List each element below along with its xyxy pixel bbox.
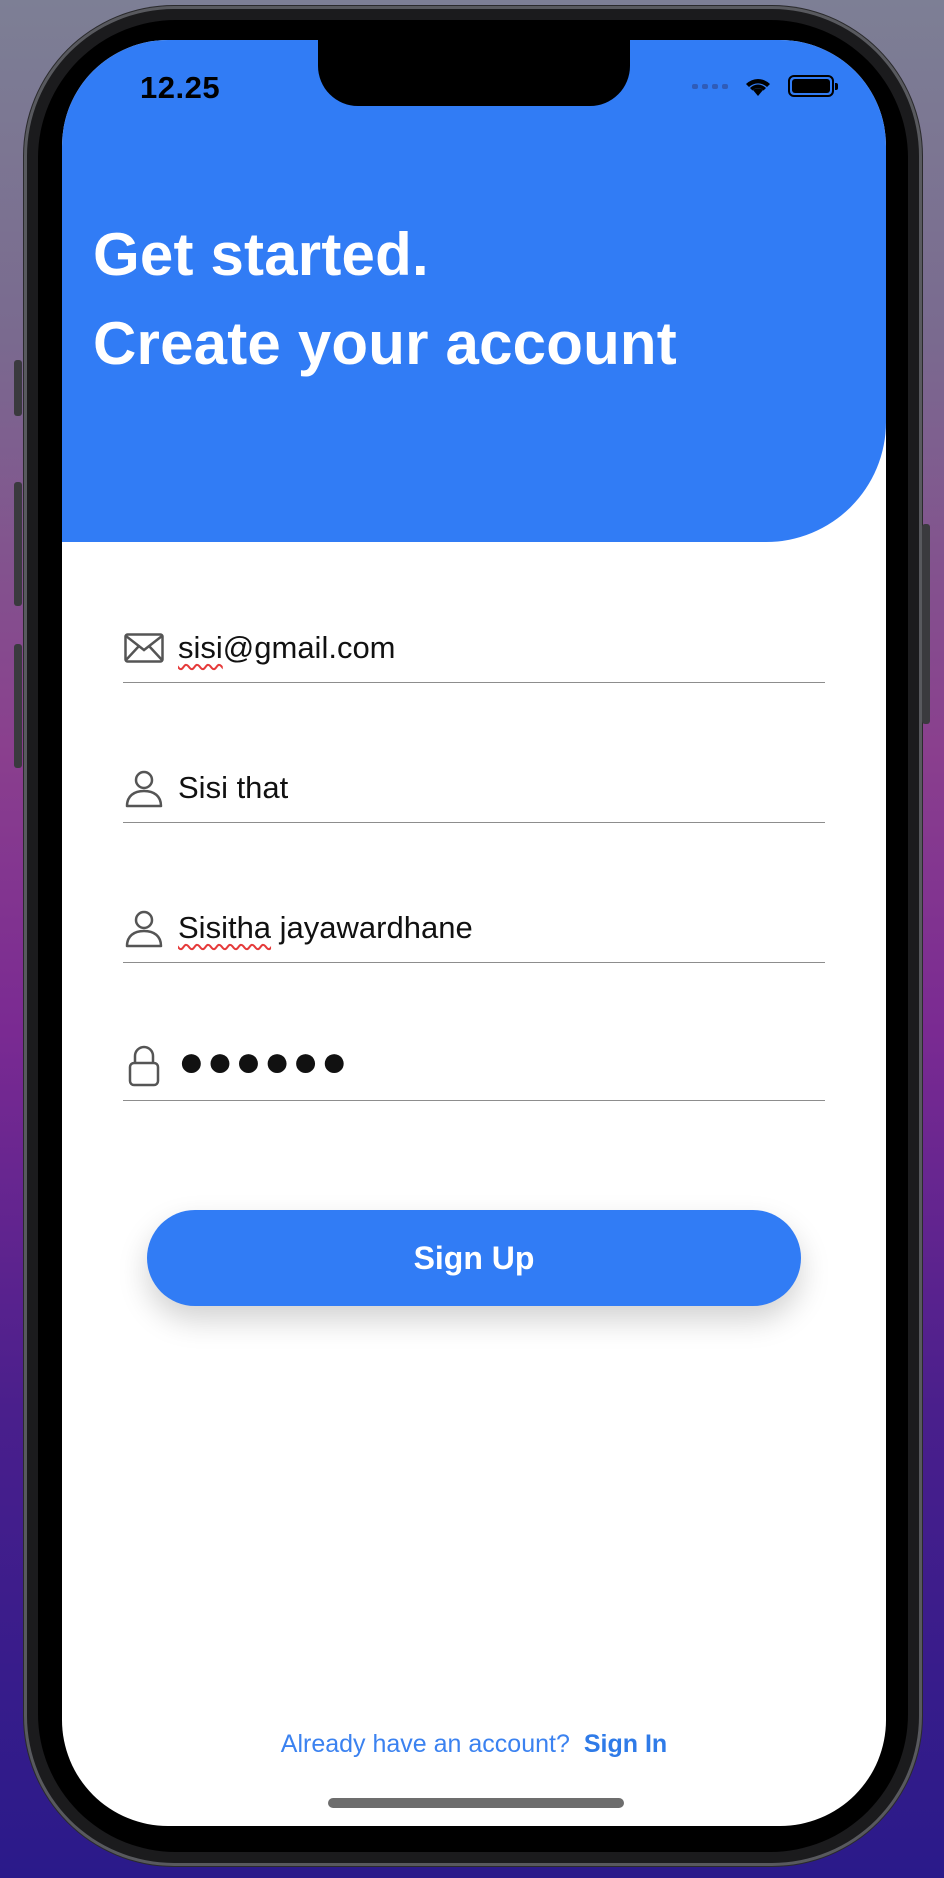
password-field[interactable]: ●●●●●● [123,1031,825,1101]
power-button [922,524,930,724]
full-name-rest: jayawardhane [271,909,473,945]
username-field[interactable]: Sisi that [123,753,825,823]
sign-in-link[interactable]: Sign In [584,1730,667,1758]
password-value[interactable]: ●●●●●● [178,1037,349,1087]
wifi-icon [746,79,770,96]
sign-in-prompt: Already have an account? Sign In [62,1730,886,1759]
mail-icon [123,627,165,669]
lock-icon [123,1045,165,1087]
username-value[interactable]: Sisi that [178,770,288,806]
status-time: 12.25 [140,70,221,105]
title-create-account: Create your account [93,310,677,377]
user-icon [123,767,165,809]
already-have-account-text: Already have an account? [280,1730,570,1758]
battery-icon [788,75,838,97]
home-indicator[interactable] [328,1798,624,1808]
volume-up-button [14,482,22,606]
cellular-signal-icon [692,83,728,89]
email-rest: @gmail.com [222,629,396,665]
email-misspelled-part: sisi [178,629,223,665]
full-name-field[interactable]: Sisitha jayawardhane [123,893,825,963]
status-icons [692,74,838,98]
full-name-value[interactable]: Sisitha jayawardhane [178,910,473,946]
email-field[interactable]: sisi@gmail.com [123,613,825,683]
user-icon [123,907,165,949]
email-value[interactable]: sisi@gmail.com [178,630,396,666]
app-screen: Get started. Create your account 12.25 s… [62,40,886,1826]
header-banner: Get started. Create your account [62,40,886,542]
mute-switch [14,360,22,416]
title-get-started: Get started. [93,221,429,288]
volume-down-button [14,644,22,768]
notch [318,40,630,106]
full-name-misspelled-part: Sisitha [178,909,272,945]
sign-up-button[interactable]: Sign Up [147,1210,801,1306]
